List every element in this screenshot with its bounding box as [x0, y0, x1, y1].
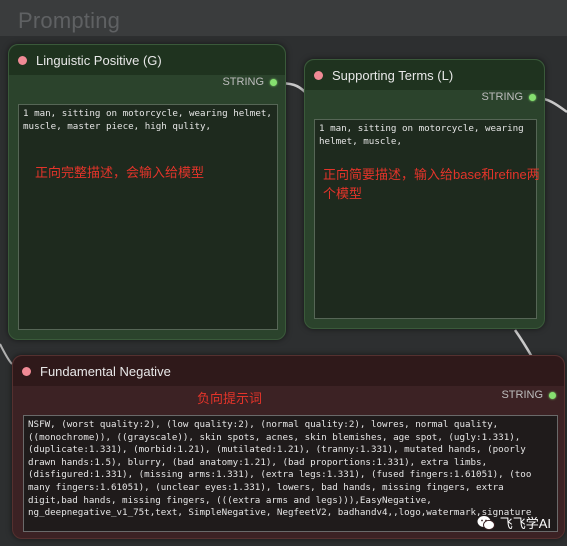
node-title: Fundamental Negative [40, 363, 171, 379]
output-slot-string[interactable]: STRING [501, 389, 556, 401]
output-slot-string[interactable]: STRING [222, 76, 277, 88]
node-title: Supporting Terms (L) [332, 67, 454, 83]
wechat-icon [477, 515, 495, 531]
node-collapse-dot[interactable] [18, 55, 27, 65]
node-fundamental-negative[interactable]: Fundamental Negative STRING 负向提示词 NSFW, … [12, 355, 565, 539]
output-dot[interactable] [270, 78, 277, 86]
watermark: 飞飞学AI [477, 513, 551, 532]
group-title: Prompting [18, 8, 121, 33]
output-label: STRING [222, 76, 264, 88]
output-label: STRING [481, 91, 523, 103]
prompt-textarea[interactable]: 1 man, sitting on motorcycle, wearing he… [18, 104, 278, 330]
annotation-supporting: 正向简要描述，输入给base和refine两个模型 [323, 167, 540, 201]
node-header[interactable]: Supporting Terms (L) [305, 60, 544, 90]
node-collapse-dot[interactable] [22, 366, 31, 376]
node-collapse-dot[interactable] [314, 70, 323, 80]
annotation-negative: 负向提示词 [197, 391, 263, 406]
node-header[interactable]: Fundamental Negative [13, 356, 564, 386]
output-label: STRING [501, 389, 543, 401]
node-linguistic-positive[interactable]: Linguistic Positive (G) STRING 1 man, si… [8, 44, 286, 340]
node-header[interactable]: Linguistic Positive (G) [9, 45, 285, 75]
output-dot[interactable] [529, 93, 536, 101]
watermark-text: 飞飞学AI [499, 516, 551, 531]
node-title: Linguistic Positive (G) [36, 52, 162, 68]
node-supporting-terms[interactable]: Supporting Terms (L) STRING 1 man, sitti… [304, 59, 545, 329]
prompt-textarea[interactable]: 1 man, sitting on motorcycle, wearing he… [314, 119, 537, 319]
output-dot[interactable] [549, 391, 556, 399]
annotation-positive: 正向完整描述，会输入给模型 [35, 165, 205, 180]
output-slot-string[interactable]: STRING [481, 91, 536, 103]
